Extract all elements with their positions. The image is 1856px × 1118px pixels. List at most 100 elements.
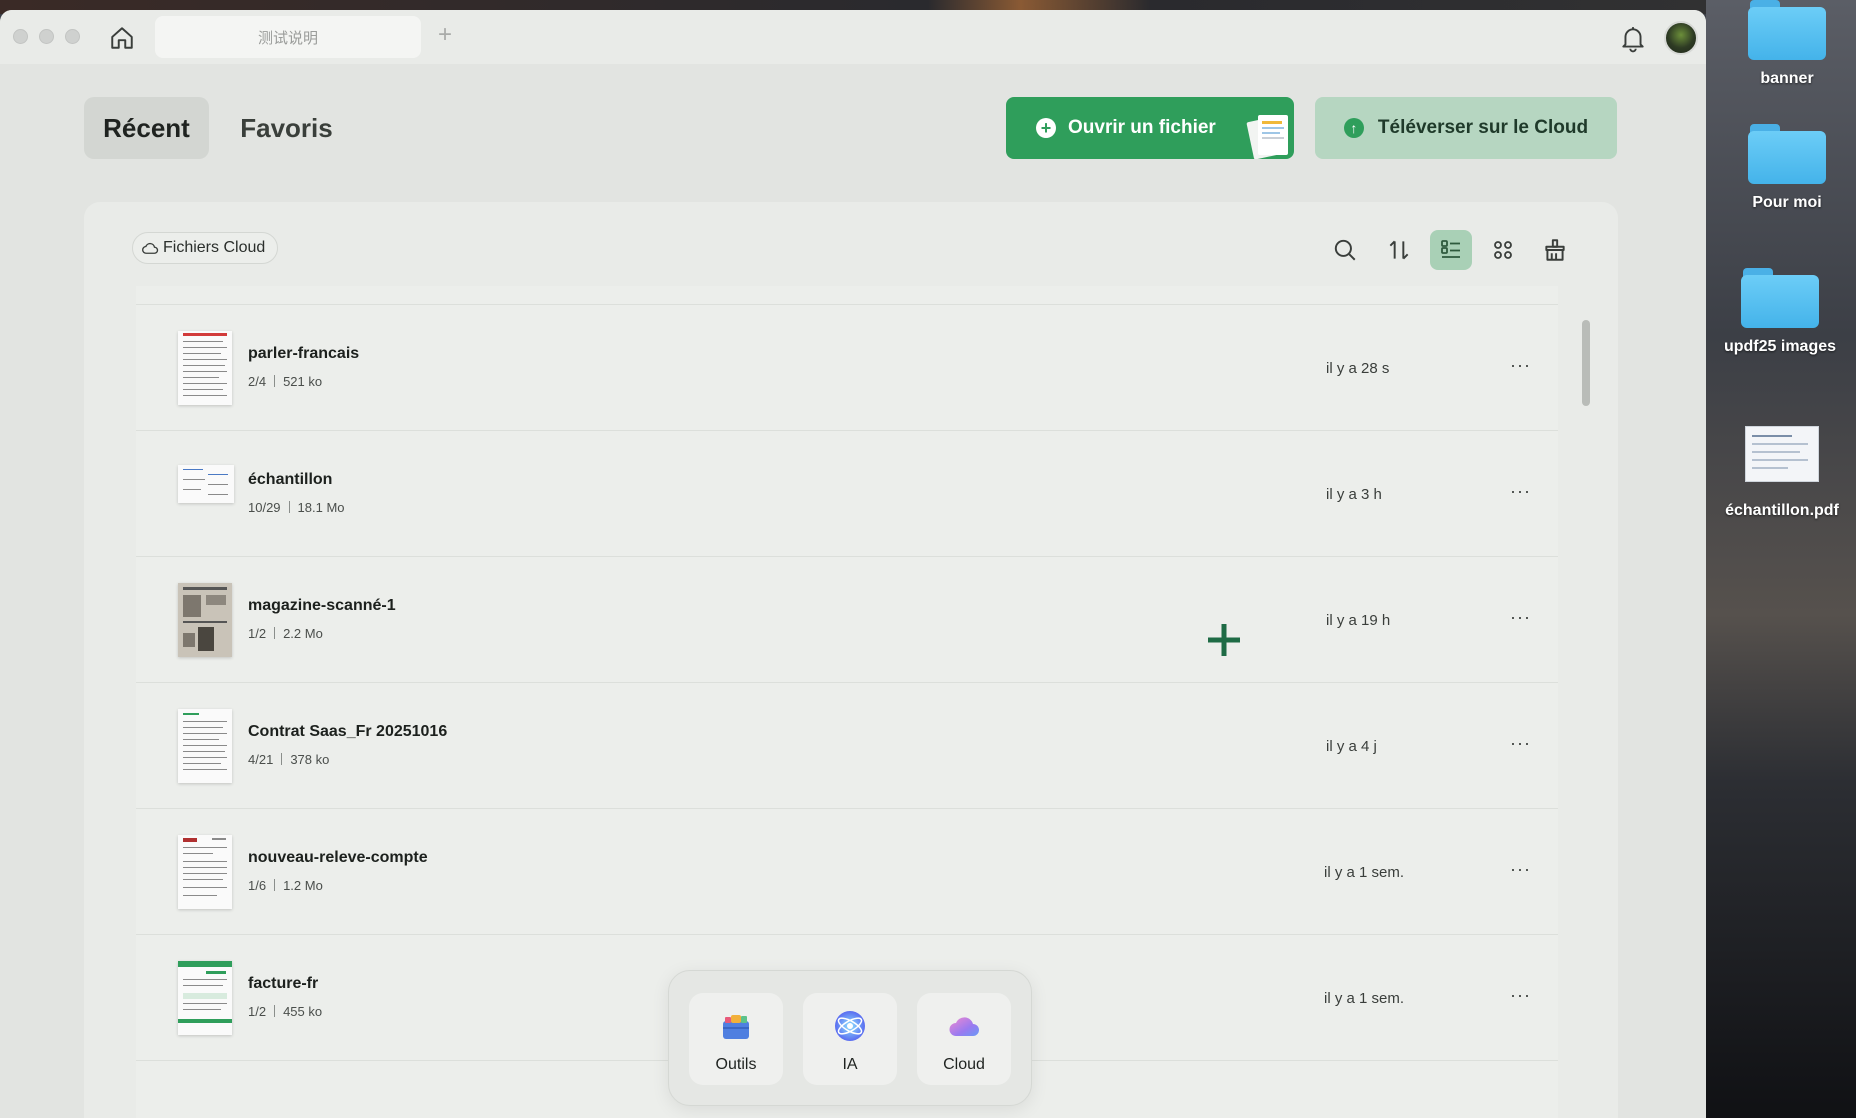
file-size: 378 ko [290,752,330,767]
file-meta: 4/21 378 ko [248,752,329,767]
file-thumbnail [178,583,232,657]
toolbox-icon [723,1015,749,1039]
close-window-button[interactable] [13,29,28,44]
new-tab-button[interactable]: + [434,23,456,47]
file-size: 455 ko [283,1004,323,1019]
file-name: facture-fr [248,975,319,992]
grid-view-icon [1494,241,1512,259]
file-thumbnail [178,465,234,503]
file-name: Contrat Saas_Fr 20251016 [248,723,448,740]
app-window: 测试说明 + Récent Favoris + Ouvrir un fichie… [0,10,1706,1118]
search-button[interactable] [1324,230,1366,270]
file-meta: 2/4 521 ko [248,374,322,389]
dock-item-ai[interactable]: IA [803,993,897,1085]
dock-item-cloud[interactable]: Cloud [917,993,1011,1085]
file-meta: 1/6 1.2 Mo [248,878,323,893]
file-meta: 1/2 2.2 Mo [248,626,323,641]
file-thumbnail [178,835,232,909]
file-pages: 4/21 [248,752,274,767]
file-name: parler-francais [248,345,360,362]
cloud-icon [949,1017,979,1036]
title-bar: 测试说明 + [0,10,1706,64]
zoom-window-button[interactable] [65,29,80,44]
file-pages: 1/6 [248,878,267,893]
more-options-button[interactable]: ··· [1510,859,1531,880]
list-view-button[interactable] [1430,230,1472,270]
file-size: 521 ko [283,374,323,389]
desktop-item-label: updf25 images [1723,338,1837,355]
more-options-button[interactable]: ··· [1510,985,1531,1006]
avatar[interactable] [1664,21,1698,55]
file-meta: 1/2 455 ko [248,1004,322,1019]
file-time: il y a 3 h [1326,486,1382,503]
file-pages: 10/29 [248,500,281,515]
desktop-item-banner[interactable]: banner [1722,0,1852,88]
file-meta: 10/29 18.1 Mo [248,500,345,515]
more-options-button[interactable]: ··· [1510,607,1531,628]
file-row[interactable]: Contrat Saas_Fr 20251016 4/21 378 ko il y… [136,682,1558,808]
cloud-outline-icon [142,242,159,254]
dock-item-label: Cloud [943,1056,985,1073]
file-size: 1.2 Mo [283,878,323,893]
file-thumbnail [178,709,232,783]
desktop-item-label: Pour moi [1752,194,1822,211]
file-pages: 1/2 [248,626,267,641]
dock-item-tools[interactable]: Outils [689,993,783,1085]
crosshair-cursor-icon [1208,624,1240,656]
file-row[interactable]: parler-francais 2/4 521 ko il y a 28 s ··… [136,304,1558,430]
list-view-icon [1441,240,1460,258]
file-row[interactable]: échantillon 10/29 18.1 Mo il y a 3 h ··· [136,430,1558,556]
sort-button[interactable] [1378,230,1420,270]
dock-item-label: IA [842,1056,858,1073]
dock-item-label: Outils [715,1056,757,1073]
open-file-button[interactable]: + Ouvrir un fichier [1006,97,1294,159]
cloud-files-filter[interactable]: Fichiers Cloud [132,232,279,264]
more-options-button[interactable]: ··· [1510,481,1531,502]
notifications-button[interactable] [1620,25,1646,53]
file-pages: 1/2 [248,1004,267,1019]
file-size: 2.2 Mo [283,626,323,641]
desktop-item-label: échantillon.pdf [1725,502,1839,519]
pdf-file-icon [1745,426,1819,482]
more-options-button[interactable]: ··· [1510,355,1531,376]
file-name: échantillon [248,471,333,488]
bottom-dock: Outils IA Cloud [668,970,1032,1106]
scrollbar-thumb[interactable] [1582,320,1590,406]
cloud-filter-label: Fichiers Cloud [163,239,266,256]
file-thumbnail [178,961,232,1035]
search-icon [1334,239,1356,261]
desktop-item-updf25-images[interactable]: updf25 images [1715,268,1845,356]
home-button[interactable] [104,23,140,53]
folder-icon [1748,124,1826,184]
home-icon [111,27,133,49]
desktop-item-pour-moi[interactable]: Pour moi [1722,124,1852,212]
desktop-item-label: banner [1760,70,1814,87]
file-time: il y a 1 sem. [1324,990,1405,1007]
ai-icon [835,1011,865,1041]
upload-arrow-icon: ↑ [1343,118,1364,138]
file-time: il y a 28 s [1326,360,1390,377]
tab-favorites[interactable]: Favoris [224,97,349,159]
desktop-item-echantillon-pdf[interactable]: échantillon.pdf [1717,426,1847,520]
document-tab[interactable]: 测试说明 [155,16,421,58]
documents-decoration-icon [1246,115,1288,159]
file-size: 18.1 Mo [297,500,345,515]
clean-icon [1545,239,1565,261]
minimize-window-button[interactable] [39,29,54,44]
tab-recent[interactable]: Récent [84,97,209,159]
upload-cloud-label: Téléverser sur le Cloud [1377,117,1589,138]
bell-icon [1622,27,1644,53]
grid-view-button[interactable] [1482,230,1524,270]
file-time: il y a 19 h [1326,612,1391,629]
open-file-label: Ouvrir un fichier [1068,117,1216,138]
file-row[interactable]: magazine-scanné-1 1/2 2.2 Mo il y a 19 h … [136,556,1558,682]
file-time: il y a 1 sem. [1324,864,1405,881]
file-thumbnail [178,331,232,405]
folder-icon [1748,0,1826,60]
upload-cloud-button[interactable]: ↑ Téléverser sur le Cloud [1315,97,1617,159]
file-row[interactable]: nouveau-releve-compte 1/6 1.2 Mo il y a 1… [136,808,1558,934]
main-content: Récent Favoris + Ouvrir un fichier ↑ Tél… [0,64,1706,1118]
clean-button[interactable] [1534,230,1576,270]
more-options-button[interactable]: ··· [1510,733,1531,754]
scrollbar[interactable] [1580,310,1590,1118]
